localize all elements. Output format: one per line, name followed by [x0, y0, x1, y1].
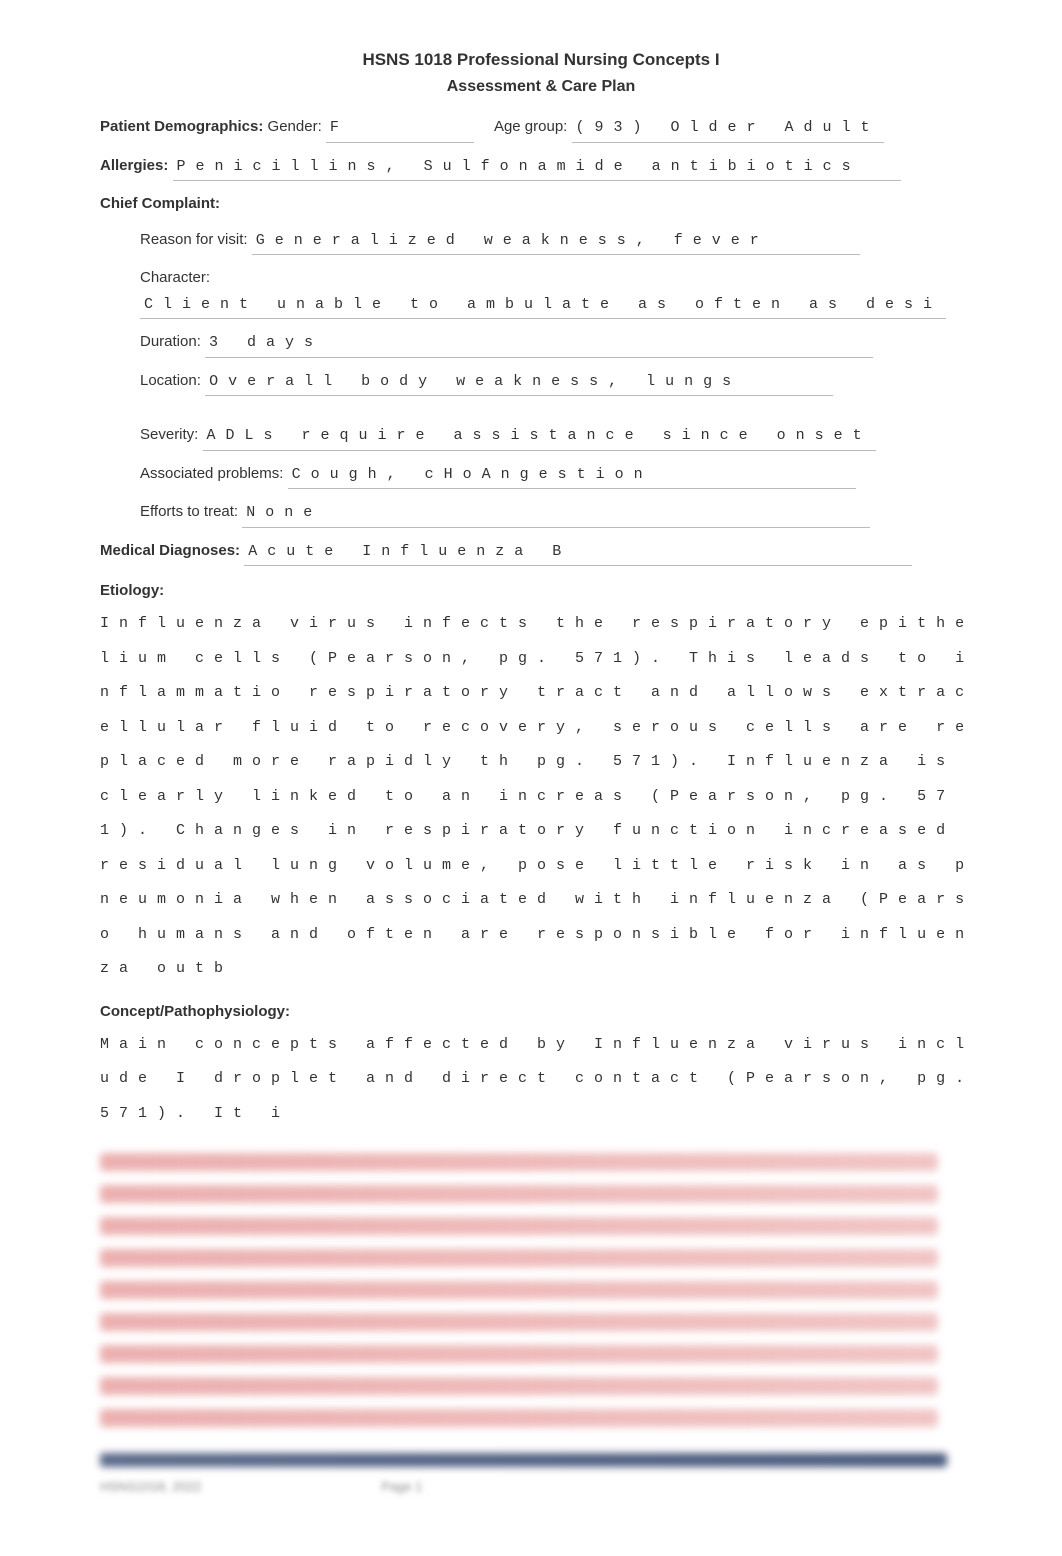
assoc-value: Cough, cHoAngestion [288, 462, 856, 490]
redacted-line [100, 1249, 938, 1267]
redacted-block: HSNS1018, 2022 Page 1 [100, 1137, 982, 1494]
allergies-row: Allergies: Penicillins, Sulfonamide anti… [100, 153, 982, 182]
character-value: Client unable to ambulate as often as de… [140, 292, 946, 320]
etiology-section: Etiology: Influenza virus infects the re… [100, 582, 982, 987]
reason-value: Generalized weakness, fever [252, 228, 860, 256]
location-label: Location: [140, 372, 201, 389]
efforts-row: Efforts to treat: None [140, 499, 982, 528]
diagnoses-row: Medical Diagnoses: Acute Influenza B [100, 538, 982, 567]
character-row: Character: Client unable to ambulate as … [140, 265, 982, 319]
gender-value: F [326, 115, 474, 143]
concept-text: Main concepts affected by Influenza viru… [100, 1028, 982, 1132]
reason-label: Reason for visit: [140, 231, 248, 248]
location-row: Location: Overall body weakness, lungs [140, 368, 982, 397]
redacted-line [100, 1153, 938, 1171]
document-page: HSNS 1018 Professional Nursing Concepts … [0, 0, 1062, 1534]
redacted-line [100, 1185, 938, 1203]
footer-right: Page 1 [381, 1479, 422, 1494]
redacted-line [100, 1313, 938, 1331]
allergies-label: Allergies: [100, 157, 173, 174]
demographics-label: Patient Demographics: [100, 118, 268, 135]
redacted-line [100, 1377, 938, 1395]
redacted-line [100, 1217, 938, 1235]
diagnoses-value: Acute Influenza B [244, 539, 912, 567]
chief-complaint-block: Reason for visit: Generalized weakness, … [100, 227, 982, 528]
assoc-label: Associated problems: [140, 465, 283, 482]
duration-value: 3 days [205, 330, 873, 358]
severity-value: ADLs require assistance since onset [203, 423, 876, 451]
severity-row: Severity: ADLs require assistance since … [140, 422, 982, 451]
duration-label: Duration: [140, 333, 201, 350]
redacted-line [100, 1345, 938, 1363]
efforts-label: Efforts to treat: [140, 503, 238, 520]
age-value: (93) Older Adult [572, 115, 884, 143]
redacted-line [100, 1281, 938, 1299]
severity-label: Severity: [140, 426, 198, 443]
efforts-value: None [242, 500, 870, 528]
reason-row: Reason for visit: Generalized weakness, … [140, 227, 982, 256]
concept-label: Concept/Pathophysiology [100, 1003, 285, 1020]
chief-complaint-heading: Chief Complaint: [100, 191, 982, 217]
duration-row: Duration: 3 days [140, 329, 982, 358]
allergies-value: Penicillins, Sulfonamide antibiotics [173, 154, 901, 182]
age-label: Age group: [494, 118, 567, 135]
document-subtitle: Assessment & Care Plan [100, 78, 982, 96]
footer-left: HSNS1018, 2022 [100, 1479, 201, 1494]
diagnoses-label: Medical Diagnoses [100, 542, 235, 559]
demographics-row: Patient Demographics: Gender: F Age grou… [100, 114, 982, 143]
redacted-rule [100, 1453, 947, 1467]
location-value: Overall body weakness, lungs [205, 369, 833, 397]
redacted-line [100, 1409, 938, 1427]
character-label: Character: [140, 269, 210, 286]
concept-section: Concept/Pathophysiology: Main concepts a… [100, 1003, 982, 1132]
etiology-label: Etiology [100, 582, 159, 599]
assoc-row: Associated problems: Cough, cHoAngestion [140, 461, 982, 490]
footer: HSNS1018, 2022 Page 1 [100, 1479, 982, 1494]
gender-label: Gender: [268, 118, 322, 135]
etiology-text: Influenza virus infects the respiratory … [100, 607, 982, 987]
document-title: HSNS 1018 Professional Nursing Concepts … [100, 50, 982, 70]
